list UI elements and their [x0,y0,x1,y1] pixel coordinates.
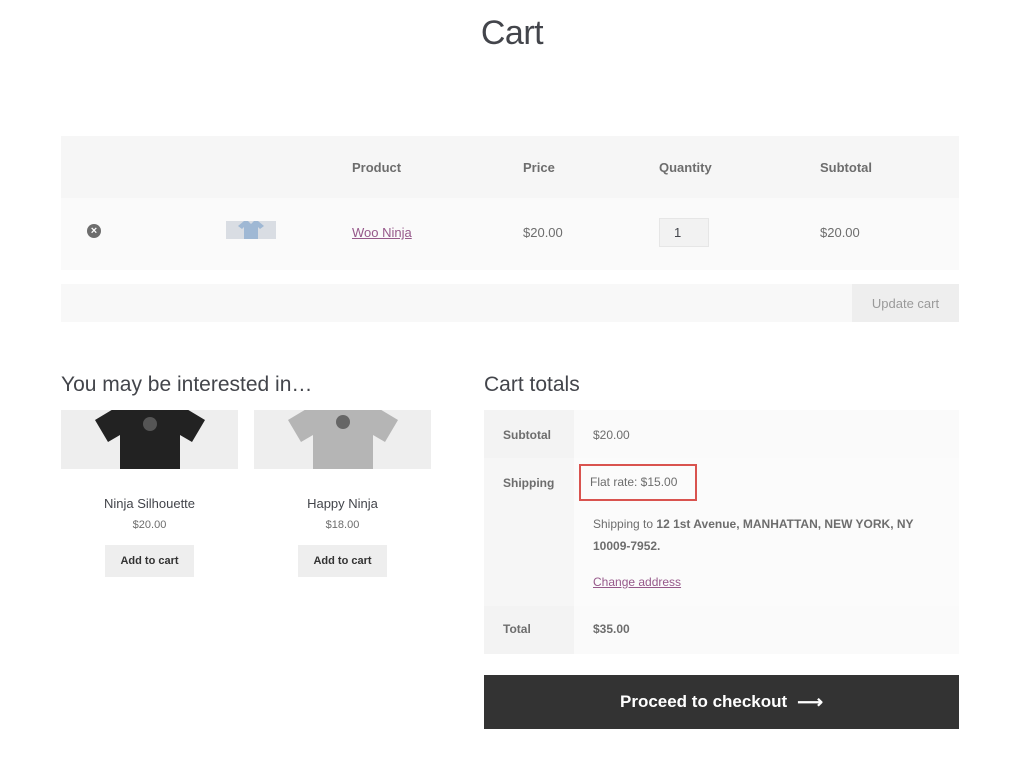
cross-sells-heading: You may be interested in… [61,373,313,396]
quantity-input[interactable] [659,218,709,247]
total-label: Total [484,606,574,654]
product-link[interactable]: Woo Ninja [352,225,412,240]
page-title: Cart [480,14,544,52]
product-price: $20.00 [132,519,167,531]
total-row: Total $35.00 [484,606,959,654]
product-name[interactable]: Happy Ninja [254,496,431,511]
shipping-label: Shipping [484,458,574,606]
subtotal-value: $20.00 [574,410,959,458]
product-image[interactable] [254,410,431,469]
product-subtotal: $20.00 [820,225,860,240]
cart-actions: Update cart [61,284,959,322]
cart-page: Cart Product Price Quantity Subtotal × W… [0,0,1024,758]
tshirt-icon [287,410,398,469]
update-cart-button[interactable]: Update cart [852,284,959,322]
shipping-value: Flat rate: $15.00 Shipping to 12 1st Ave… [574,458,959,606]
total-value: $35.00 [574,606,959,654]
tshirt-icon [94,410,205,469]
header-price: Price [523,160,555,175]
add-to-cart-button[interactable]: Add to cart [298,545,387,577]
subtotal-label: Subtotal [484,410,574,458]
add-to-cart-button[interactable]: Add to cart [105,545,194,577]
proceed-to-checkout-button[interactable]: Proceed to checkout ⟶ [484,675,959,729]
header-quantity: Quantity [659,160,712,175]
cart-totals-heading: Cart totals [484,373,580,396]
header-subtotal: Subtotal [820,160,872,175]
cart-table-header: Product Price Quantity Subtotal [61,136,959,198]
shipping-row: Shipping Flat rate: $15.00 Shipping to 1… [484,458,959,606]
product-thumbnail[interactable] [226,221,276,239]
header-product: Product [352,160,402,175]
arrow-right-icon: ⟶ [797,691,824,712]
product-name[interactable]: Ninja Silhouette [61,496,238,511]
cart-table: Product Price Quantity Subtotal × Woo Ni… [61,136,959,270]
flat-rate-highlight: Flat rate: $15.00 [579,464,697,501]
table-row: × Woo Ninja $20.00 $20.00 [61,198,959,270]
product-price: $20.00 [523,225,563,240]
cross-sell-product: Ninja Silhouette $20.00 Add to cart [61,410,238,577]
cross-sell-product: Happy Ninja $18.00 Add to cart [254,410,431,577]
tshirt-icon [238,221,264,239]
subtotal-row: Subtotal $20.00 [484,410,959,458]
product-image[interactable] [61,410,238,469]
cart-totals-table: Subtotal $20.00 Shipping Flat rate: $15.… [484,410,959,654]
product-price: $18.00 [325,519,360,531]
change-address-link[interactable]: Change address [593,575,681,589]
shipping-destination: Shipping to 12 1st Avenue, MANHATTAN, NE… [593,513,933,557]
shipping-to-prefix: Shipping to [593,517,654,531]
close-circle-icon[interactable]: × [87,224,101,238]
checkout-label: Proceed to checkout [619,692,788,711]
